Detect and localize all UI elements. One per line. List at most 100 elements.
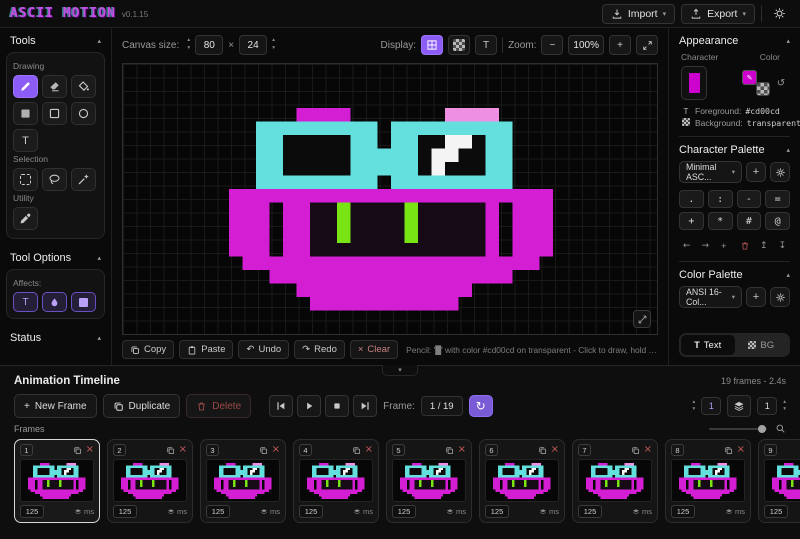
frame-duration-value[interactable]: 125: [764, 505, 788, 518]
canvas-height-value[interactable]: 24: [239, 35, 267, 55]
delete-frame-icon[interactable]: ×: [86, 445, 94, 455]
import-button[interactable]: Import ▾: [602, 4, 675, 24]
background-color-swatch[interactable]: [756, 82, 770, 96]
duplicate-frame-icon[interactable]: [166, 446, 175, 455]
transparency-display-toggle[interactable]: [448, 35, 470, 55]
frame-card[interactable]: 2 × 125 ms: [107, 439, 193, 523]
frame-card[interactable]: 1 × 125 ms: [14, 439, 100, 523]
delete-frame-icon[interactable]: ×: [551, 445, 559, 455]
delete-frame-icon[interactable]: ×: [644, 445, 652, 455]
palette-character-button[interactable]: @: [765, 212, 790, 230]
color-palette-section-header[interactable]: Color Palette ▴: [669, 269, 800, 286]
delete-frame-button[interactable]: Delete: [186, 394, 251, 418]
palette-character-button[interactable]: *: [708, 212, 733, 230]
height-decrement-button[interactable]: ▾: [269, 45, 278, 53]
affects-background-toggle[interactable]: [71, 292, 96, 312]
frame-duration-value[interactable]: 125: [392, 505, 416, 518]
frame-duration-value[interactable]: 125: [206, 505, 230, 518]
canvas-resize-handle[interactable]: [633, 310, 651, 328]
onion-next-value[interactable]: 1: [757, 397, 777, 415]
width-increment-button[interactable]: ▴: [184, 37, 193, 45]
ellipse-tool-button[interactable]: [71, 102, 96, 125]
last-frame-button[interactable]: [353, 395, 377, 417]
first-frame-button[interactable]: [269, 395, 293, 417]
rectangular-select-tool-button[interactable]: [13, 168, 38, 191]
duplicate-frame-icon[interactable]: [259, 446, 268, 455]
onion-skin-button[interactable]: [727, 395, 751, 417]
eraser-tool-button[interactable]: [42, 75, 67, 98]
duplicate-frame-icon[interactable]: [538, 446, 547, 455]
delete-frame-icon[interactable]: ×: [458, 445, 466, 455]
background-color-tab[interactable]: BG: [735, 335, 789, 355]
rectangle-tool-button[interactable]: [42, 102, 67, 125]
stop-button[interactable]: [325, 395, 349, 417]
copy-button[interactable]: Copy: [122, 340, 174, 359]
tool-options-section-header[interactable]: Tool Options ▴: [0, 245, 111, 269]
lasso-tool-button[interactable]: [42, 168, 67, 191]
fit-canvas-button[interactable]: [636, 35, 658, 55]
frame-card[interactable]: 5 × 125 ms: [386, 439, 472, 523]
frame-duration-value[interactable]: 125: [578, 505, 602, 518]
palette-delete-button[interactable]: [738, 238, 754, 254]
frame-size-slider[interactable]: [709, 424, 767, 434]
palette-character-button[interactable]: +: [679, 212, 704, 230]
palette-character-button[interactable]: :: [708, 190, 733, 208]
new-frame-button[interactable]: +New Frame: [14, 394, 97, 418]
affects-color-toggle[interactable]: [42, 292, 67, 312]
palette-import-button[interactable]: ↧: [775, 238, 791, 254]
duplicate-frame-button[interactable]: Duplicate: [103, 394, 181, 418]
paint-bucket-tool-button[interactable]: [71, 75, 96, 98]
palette-character-button[interactable]: .: [679, 190, 704, 208]
frame-duration-value[interactable]: 125: [20, 505, 44, 518]
drawing-canvas[interactable]: [122, 63, 658, 335]
clear-button[interactable]: ×Clear: [350, 340, 398, 359]
onion-prev-value[interactable]: 1: [701, 397, 721, 415]
color-palette-settings-button[interactable]: [770, 287, 790, 307]
pencil-tool-button[interactable]: [13, 75, 38, 98]
grid-display-toggle[interactable]: [421, 35, 443, 55]
zoom-in-button[interactable]: +: [609, 35, 631, 55]
export-button[interactable]: Export ▾: [681, 4, 755, 24]
palette-export-button[interactable]: ↥: [756, 238, 772, 254]
color-palette-select[interactable]: ANSI 16-Col... ▾: [679, 286, 742, 308]
loop-button[interactable]: ↻: [469, 395, 493, 417]
tools-section-header[interactable]: Tools ▴: [0, 28, 111, 52]
palette-character-button[interactable]: =: [765, 190, 790, 208]
palette-add-button[interactable]: +: [716, 238, 732, 254]
duplicate-frame-icon[interactable]: [445, 446, 454, 455]
onion-next-stepper[interactable]: ▴▾: [783, 399, 786, 412]
text-tool-button[interactable]: T: [13, 129, 38, 152]
add-color-palette-button[interactable]: +: [746, 287, 766, 307]
delete-frame-icon[interactable]: ×: [365, 445, 373, 455]
frame-card[interactable]: 3 × 125 ms: [200, 439, 286, 523]
delete-frame-icon[interactable]: ×: [179, 445, 187, 455]
duplicate-frame-icon[interactable]: [724, 446, 733, 455]
zoom-out-button[interactable]: −: [541, 35, 563, 55]
duplicate-frame-icon[interactable]: [631, 446, 640, 455]
filled-rectangle-tool-button[interactable]: [13, 102, 38, 125]
palette-next-button[interactable]: →: [698, 238, 714, 254]
delete-frame-icon[interactable]: ×: [737, 445, 745, 455]
frame-card[interactable]: 6 × 125 ms: [479, 439, 565, 523]
height-increment-button[interactable]: ▴: [269, 37, 278, 45]
frame-duration-value[interactable]: 125: [299, 505, 323, 518]
foreground-color-swatch[interactable]: ✎: [742, 70, 757, 85]
frame-duration-value[interactable]: 125: [485, 505, 509, 518]
play-button[interactable]: [297, 395, 321, 417]
status-section-header[interactable]: Status ▴: [0, 325, 111, 349]
width-decrement-button[interactable]: ▾: [184, 45, 193, 53]
character-display-toggle[interactable]: T: [475, 35, 497, 55]
character-palette-select[interactable]: Minimal ASC... ▾: [679, 161, 742, 183]
frame-card[interactable]: 4 × 125 ms: [293, 439, 379, 523]
text-color-tab[interactable]: TText: [681, 335, 735, 355]
character-palette-settings-button[interactable]: [770, 162, 790, 182]
palette-character-button[interactable]: #: [737, 212, 762, 230]
reset-colors-button[interactable]: ↺: [774, 76, 788, 90]
undo-button[interactable]: ↶Undo: [238, 340, 289, 359]
appearance-section-header[interactable]: Appearance ▴: [669, 28, 800, 52]
frame-card[interactable]: 9 × 125 ms: [758, 439, 800, 523]
active-character-swatch[interactable]: [681, 66, 707, 100]
magic-wand-tool-button[interactable]: [71, 168, 96, 191]
frame-duration-value[interactable]: 125: [671, 505, 695, 518]
duplicate-frame-icon[interactable]: [73, 446, 82, 455]
